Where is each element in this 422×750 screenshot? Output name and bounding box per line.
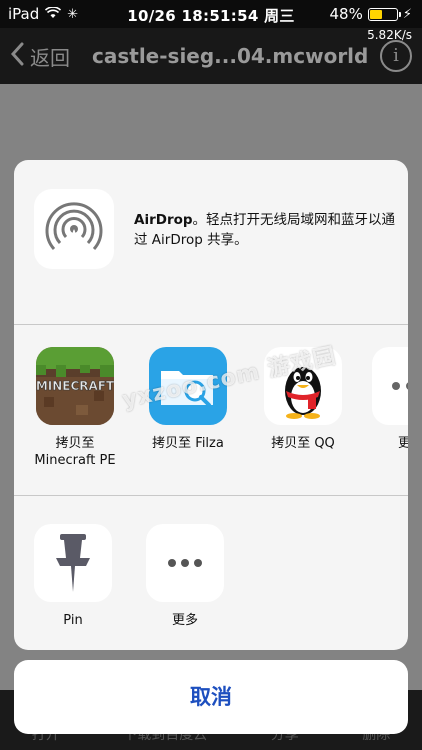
more-apps-icon [372, 347, 408, 425]
action-label-more: 更多 [171, 613, 198, 628]
pin-icon [34, 524, 112, 602]
app-label-minecraft: 拷贝至 Minecraft PE [34, 436, 116, 468]
airdrop-title: AirDrop [134, 212, 193, 228]
network-speed: 5.82K/s [367, 28, 412, 42]
navigation-bar: 返回 castle-sieg...04.mcworld 5.82K/s i [0, 28, 422, 84]
app-tile-more[interactable]: 更 [362, 347, 408, 452]
battery-percent: 48% [329, 5, 363, 23]
airdrop-icon[interactable] [34, 189, 114, 269]
status-right: 48% ⚡ [330, 5, 412, 23]
status-bar: iPad ✳ 10/26 18:51:54 周三 48% ⚡ [0, 0, 422, 28]
airdrop-section[interactable]: AirDrop。轻点打开无线局域网和蓝牙以通过 AirDrop 共享。 [14, 160, 408, 324]
charging-icon: ⚡ [402, 6, 412, 22]
back-label: 返回 [30, 46, 70, 70]
svg-text:MINECRAFT: MINECRAFT [36, 379, 114, 393]
app-label-filza: 拷贝至 Filza [152, 436, 224, 451]
back-button[interactable]: 返回 [10, 42, 70, 71]
airdrop-description: AirDrop。轻点打开无线局域网和蓝牙以通过 AirDrop 共享。 [134, 210, 396, 250]
battery-icon [367, 7, 401, 21]
action-tile-pin[interactable]: Pin [18, 524, 128, 629]
action-tile-more[interactable]: 更多 [130, 524, 240, 629]
app-label-qq: 拷贝至 QQ [271, 436, 335, 451]
more-icon [146, 524, 224, 602]
minecraft-icon: MINECRAFT [36, 347, 114, 425]
action-label-pin: Pin [63, 613, 83, 628]
cancel-button[interactable]: 取消 [14, 660, 408, 734]
action-row: Pin 更多 [14, 496, 408, 650]
app-tile-minecraft[interactable]: MINECRAFT 拷贝至 Minecraft PE [20, 347, 130, 469]
info-icon[interactable]: i [380, 40, 412, 72]
chevron-left-icon [10, 42, 24, 71]
app-label-more: 更 [398, 436, 408, 451]
share-sheet: AirDrop。轻点打开无线局域网和蓝牙以通过 AirDrop 共享。 MINE… [14, 160, 408, 650]
app-row: MINECRAFT 拷贝至 Minecraft PE 拷贝至 Filza 拷贝至… [14, 325, 408, 495]
page-title: castle-sieg...04.mcworld [92, 44, 369, 68]
